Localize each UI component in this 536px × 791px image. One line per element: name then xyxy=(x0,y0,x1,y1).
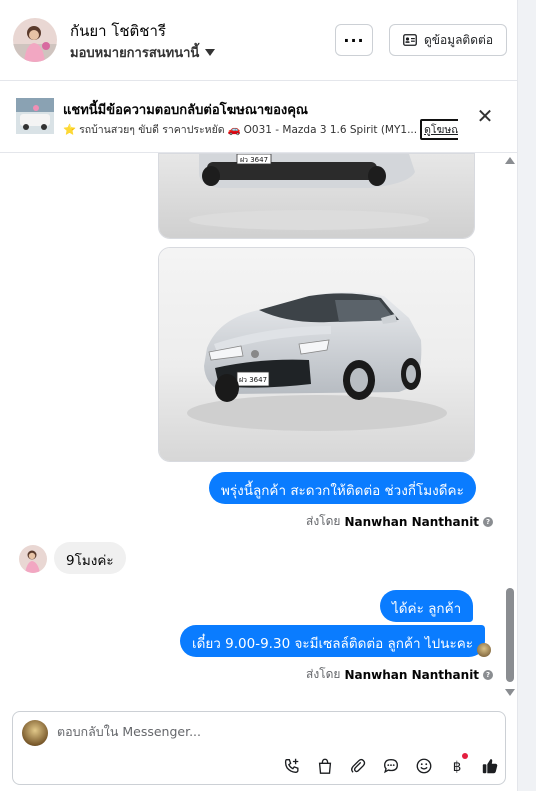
ad-banner-title: แชทนี้มีข้อความตอบกลับต่อโฆษณาของคุณ xyxy=(63,103,308,118)
phone-plus-icon[interactable] xyxy=(281,755,303,777)
view-ad-link[interactable]: ดูโฆษณา xyxy=(420,119,458,140)
page-avatar xyxy=(22,720,48,746)
contact-avatar[interactable] xyxy=(13,18,57,62)
contact-name: กันยา โชติชารี xyxy=(70,22,166,40)
car-icon: 🚗 xyxy=(227,124,241,136)
chat-bubble-icon[interactable] xyxy=(380,755,402,777)
info-icon[interactable]: ? xyxy=(483,516,494,527)
contact-card-icon xyxy=(403,34,417,46)
info-icon[interactable]: ? xyxy=(483,669,494,680)
scroll-up-arrow-icon[interactable] xyxy=(505,157,515,164)
more-icon: ··· xyxy=(343,30,365,50)
outgoing-message-bubble[interactable]: ได้ค่ะ ลูกค้า xyxy=(380,590,474,622)
scrollbar-thumb[interactable] xyxy=(506,588,514,682)
scroll-down-arrow-icon[interactable] xyxy=(505,689,515,696)
car-photo-message[interactable]: ฝว 3647 xyxy=(158,247,475,462)
composer-toolbar: ฿ xyxy=(281,753,501,777)
sent-by-prefix: ส่งโดย xyxy=(306,667,341,681)
contact-avatar-small[interactable] xyxy=(19,545,47,573)
plate-text: ฝว 3647 xyxy=(239,376,267,384)
outgoing-message-bubble[interactable]: เดี๋ยว 9.00-9.30 จะมีเซลล์ติดต่อ ลูกค้า … xyxy=(180,625,485,657)
sent-by-prefix: ส่งโดย xyxy=(306,514,341,528)
baht-icon[interactable]: ฿ xyxy=(446,753,468,777)
sent-by-label: ส่งโดย Nanwhan Nanthanit ? xyxy=(306,665,494,684)
sender-name: Nanwhan Nanthanit xyxy=(344,667,480,682)
read-receipt-avatar xyxy=(477,643,491,657)
smiley-icon[interactable] xyxy=(413,755,435,777)
notification-dot xyxy=(462,753,468,759)
assign-label: มอบหมายการสนทนานี้ xyxy=(70,46,200,61)
ad-name: O031 - Mazda 3 1.6 Spirit (MY1... xyxy=(243,123,418,136)
star-icon: ⭐ xyxy=(63,124,77,136)
view-contact-info-button[interactable]: ดูข้อมูลติดต่อ xyxy=(389,24,507,56)
sent-by-label: ส่งโดย Nanwhan Nanthanit ? xyxy=(306,512,494,531)
ad-banner-subtitle: ⭐ รถบ้านสวยๆ ขับดี ราคาประหยัด 🚗 O031 - … xyxy=(63,119,458,140)
ad-tagline: รถบ้านสวยๆ ขับดี ราคาประหยัด xyxy=(79,124,225,136)
more-options-button[interactable]: ··· xyxy=(335,24,373,56)
ad-thumbnail[interactable] xyxy=(16,98,54,134)
thumbs-up-icon[interactable] xyxy=(479,755,501,777)
message-composer: ฿ xyxy=(12,711,506,785)
incoming-message-bubble[interactable]: 9โมงค่ะ xyxy=(54,542,126,574)
chat-header: กันยา โชติชารี มอบหมายการสนทนานี้ ··· ดู… xyxy=(0,0,517,81)
right-gutter xyxy=(517,0,536,791)
view-contact-info-label: ดูข้อมูลติดต่อ xyxy=(423,32,494,47)
paperclip-icon[interactable] xyxy=(347,755,369,777)
svg-text:฿: ฿ xyxy=(453,759,462,775)
car-photo-message[interactable]: ฝว 3647 xyxy=(158,153,475,239)
shopping-bag-icon[interactable] xyxy=(314,755,336,777)
outgoing-message-bubble[interactable]: พรุ่งนี้ลูกค้า สะดวกให้ติดต่อ ช่วงกี่โมง… xyxy=(209,472,476,504)
plate-text: ฝว 3647 xyxy=(240,156,268,164)
close-icon[interactable]: ✕ xyxy=(475,104,495,128)
reply-input[interactable] xyxy=(57,724,477,739)
ad-reply-banner: แชทนี้มีข้อความตอบกลับต่อโฆษณาของคุณ ⭐ ร… xyxy=(0,81,517,153)
assign-conversation-dropdown[interactable]: มอบหมายการสนทนานี้ xyxy=(70,42,216,63)
sender-name: Nanwhan Nanthanit xyxy=(344,514,480,529)
caret-down-icon xyxy=(205,49,216,56)
